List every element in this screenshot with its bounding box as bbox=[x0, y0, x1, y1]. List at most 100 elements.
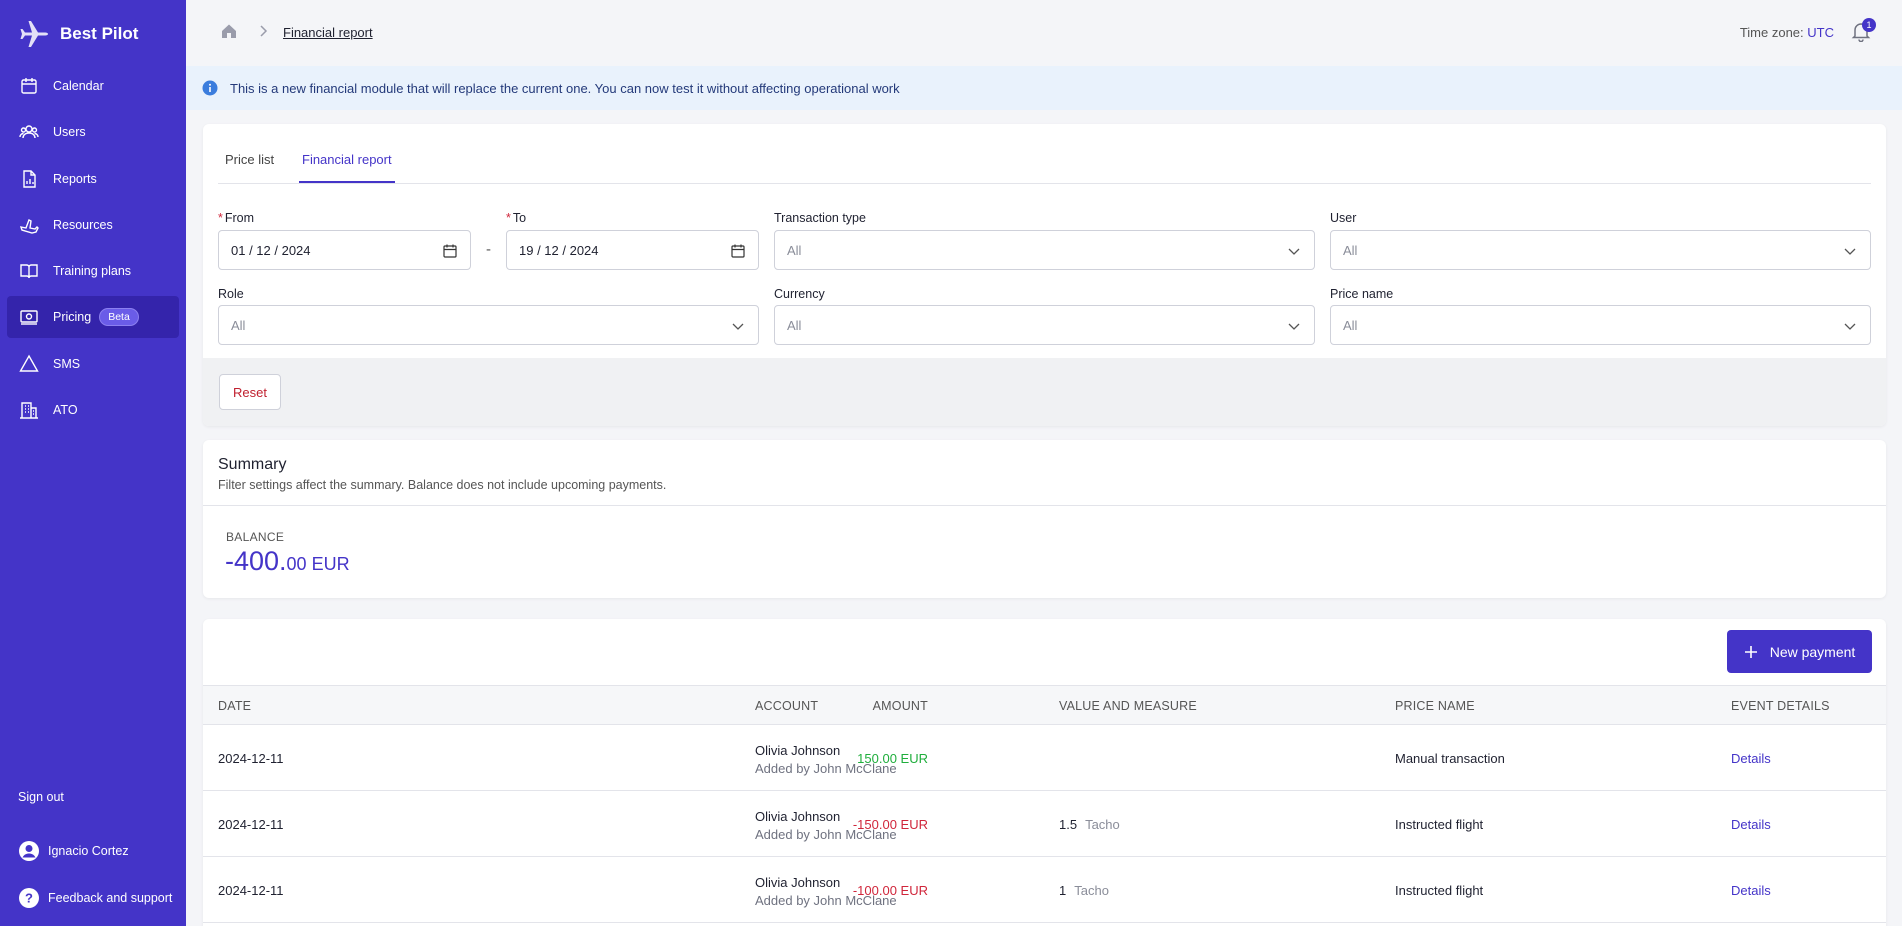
role-value: All bbox=[231, 317, 246, 333]
chevron-down-icon bbox=[732, 323, 744, 330]
sidebar-item-users[interactable]: Users bbox=[7, 111, 179, 153]
balance-label: BALANCE bbox=[226, 530, 285, 544]
row-account: Olivia Johnson bbox=[755, 875, 841, 890]
row-value: 1 bbox=[1059, 883, 1067, 898]
sidebar-item-label: Resources bbox=[53, 218, 113, 232]
chevron-down-icon bbox=[1844, 323, 1856, 330]
row-price-name: Manual transaction bbox=[1395, 751, 1505, 766]
row-date: 2024-12-11 bbox=[218, 751, 284, 766]
transactions-card: New payment DATE AMOUNT ACCOUNT VALUE AN… bbox=[203, 619, 1886, 926]
user-label: User bbox=[1330, 211, 1357, 225]
row-date: 2024-12-11 bbox=[218, 817, 284, 832]
table-row: 2024-12-11 -150.00 EUR Olivia Johnson Ad… bbox=[203, 791, 1886, 857]
currency-select[interactable]: All bbox=[774, 305, 1315, 345]
column-header-event-details: EVENT DETAILS bbox=[1731, 699, 1830, 713]
warning-icon bbox=[19, 354, 39, 372]
book-icon bbox=[20, 264, 38, 279]
balance-decimal: 00 EUR bbox=[286, 554, 350, 574]
info-text: This is a new financial module that will… bbox=[230, 80, 900, 96]
new-payment-button[interactable]: New payment bbox=[1727, 630, 1872, 673]
timezone-label: Time zone: bbox=[1739, 25, 1804, 40]
home-icon[interactable] bbox=[220, 22, 238, 40]
role-label: Role bbox=[218, 287, 244, 301]
to-date-input[interactable]: 19 / 12 / 2024 bbox=[506, 230, 759, 270]
column-header-date: DATE bbox=[218, 699, 252, 713]
feedback-label: Feedback and support bbox=[48, 891, 173, 905]
building-icon bbox=[20, 402, 38, 419]
pricing-icon bbox=[20, 310, 38, 325]
sidebar-item-resources[interactable]: Resources bbox=[7, 204, 179, 246]
brand-name: Best Pilot bbox=[60, 24, 139, 43]
details-link[interactable]: Details bbox=[1731, 817, 1771, 832]
column-header-price-name: PRICE NAME bbox=[1395, 699, 1475, 713]
tab-financial-report[interactable]: Financial report bbox=[299, 152, 395, 183]
chevron-down-icon bbox=[1844, 248, 1856, 255]
details-link[interactable]: Details bbox=[1731, 751, 1771, 766]
sidebar-item-pricing[interactable]: Pricing Beta bbox=[7, 296, 179, 338]
sidebar-item-label: Users bbox=[53, 125, 86, 139]
from-date-input[interactable]: 01 / 12 / 2024 bbox=[218, 230, 471, 270]
to-date-value: 19 / 12 / 2024 bbox=[519, 242, 599, 258]
calendar-icon[interactable] bbox=[730, 243, 746, 259]
row-added-by: Added by John McClane bbox=[755, 761, 897, 776]
calendar-icon[interactable] bbox=[442, 243, 458, 259]
timezone-value: UTC bbox=[1807, 25, 1834, 40]
tab-price-list[interactable]: Price list bbox=[225, 152, 274, 181]
sidebar: Best Pilot Calendar Users Reports Resour… bbox=[0, 0, 186, 926]
sidebar-item-label: Reports bbox=[53, 172, 97, 186]
to-label: * To bbox=[506, 211, 527, 225]
sign-out-link[interactable]: Sign out bbox=[18, 790, 64, 804]
beta-badge: Beta bbox=[99, 308, 139, 326]
price-name-value: All bbox=[1343, 317, 1358, 333]
price-name-label: Price name bbox=[1330, 287, 1394, 301]
feedback-link[interactable]: ? Feedback and support bbox=[18, 887, 172, 909]
chevron-down-icon bbox=[1288, 323, 1300, 330]
role-select[interactable]: All bbox=[218, 305, 759, 345]
summary-subtitle: Filter settings affect the summary. Bala… bbox=[218, 478, 667, 492]
avatar-icon bbox=[19, 841, 39, 861]
transaction-type-select[interactable]: All bbox=[774, 230, 1315, 270]
row-price-name: Instructed flight bbox=[1395, 883, 1484, 898]
plane-logo-icon bbox=[20, 21, 48, 47]
reports-icon bbox=[23, 170, 36, 188]
row-value-measure: 1 Tacho bbox=[1059, 883, 1109, 898]
calendar-icon bbox=[21, 78, 37, 94]
transaction-type-label: Transaction type bbox=[774, 211, 866, 225]
info-icon bbox=[202, 80, 218, 96]
summary-title: Summary bbox=[218, 456, 287, 473]
details-link[interactable]: Details bbox=[1731, 883, 1771, 898]
price-name-select[interactable]: All bbox=[1330, 305, 1871, 345]
sidebar-item-calendar[interactable]: Calendar bbox=[7, 65, 179, 107]
transaction-type-value: All bbox=[787, 242, 802, 258]
timezone[interactable]: Time zone: UTC bbox=[1740, 25, 1834, 40]
sidebar-item-reports[interactable]: Reports bbox=[7, 158, 179, 200]
balance-value: -400.00 EUR bbox=[225, 546, 350, 577]
summary-card: Summary Filter settings affect the summa… bbox=[203, 440, 1886, 598]
row-added-by: Added by John McClane bbox=[755, 893, 897, 908]
user-select[interactable]: All bbox=[1330, 230, 1871, 270]
sidebar-item-sms[interactable]: SMS bbox=[7, 343, 179, 385]
row-value: 1.5 bbox=[1059, 817, 1078, 832]
filter-actions: Reset bbox=[203, 358, 1886, 426]
breadcrumb[interactable]: Financial report bbox=[283, 25, 373, 40]
divider bbox=[203, 505, 1886, 506]
sidebar-item-ato[interactable]: ATO bbox=[7, 389, 179, 431]
row-account: Olivia Johnson bbox=[755, 743, 841, 758]
new-payment-label: New payment bbox=[1769, 643, 1856, 660]
row-added-by: Added by John McClane bbox=[755, 827, 897, 842]
reset-button[interactable]: Reset bbox=[219, 374, 281, 410]
users-icon bbox=[19, 125, 39, 139]
sidebar-item-label: Pricing bbox=[53, 310, 92, 324]
row-measure: Tacho bbox=[1085, 817, 1120, 832]
filter-card: Price list Financial report * From 01 / 1… bbox=[203, 124, 1886, 426]
sidebar-item-training-plans[interactable]: Training plans bbox=[7, 250, 179, 292]
currency-label: Currency bbox=[774, 287, 825, 301]
row-measure: Tacho bbox=[1074, 883, 1109, 898]
column-header-account: ACCOUNT bbox=[755, 699, 819, 713]
sign-out-label: Sign out bbox=[18, 790, 64, 804]
sidebar-item-label: SMS bbox=[53, 357, 81, 371]
user-profile[interactable]: Ignacio Cortez bbox=[18, 840, 129, 862]
user-name: Ignacio Cortez bbox=[48, 844, 129, 858]
brand[interactable]: Best Pilot bbox=[0, 0, 186, 68]
date-range-separator: - bbox=[486, 241, 491, 258]
